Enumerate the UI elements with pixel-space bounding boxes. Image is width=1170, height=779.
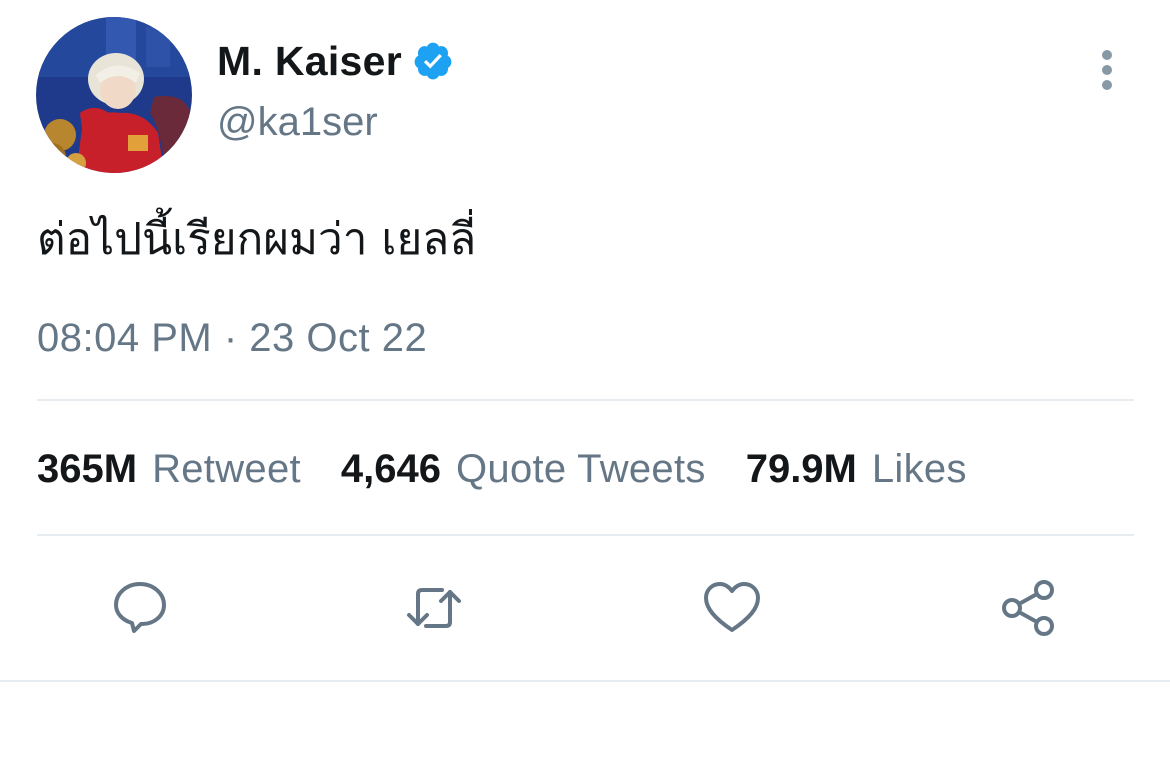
avatar-image xyxy=(36,17,192,173)
tweet-timestamp[interactable]: 08:04 PM · 23 Oct 22 xyxy=(37,316,427,361)
share-button[interactable] xyxy=(998,578,1058,638)
retweet-label: Retweet xyxy=(152,446,301,491)
quote-count-link[interactable]: 4,646 Quote Tweets xyxy=(341,447,706,492)
speech-bubble-icon xyxy=(114,582,166,633)
heart-icon xyxy=(704,582,760,632)
quote-label: Quote Tweets xyxy=(456,446,706,491)
like-label: Likes xyxy=(871,446,967,491)
engagement-stats: 365M Retweet 4,646 Quote Tweets 79.9M Li… xyxy=(37,444,967,494)
like-count-link[interactable]: 79.9M Likes xyxy=(746,447,967,492)
share-nodes-icon xyxy=(1002,580,1054,636)
vertical-dots-icon xyxy=(1102,50,1112,90)
verified-badge-icon xyxy=(412,40,454,82)
like-button[interactable] xyxy=(702,578,762,638)
divider xyxy=(0,680,1170,682)
like-count: 79.9M xyxy=(745,446,857,491)
quote-count: 4,646 xyxy=(340,446,442,491)
divider xyxy=(37,534,1134,536)
avatar[interactable] xyxy=(36,17,192,173)
retweet-count: 365M xyxy=(37,446,138,491)
author-name-row: M. Kaiser xyxy=(217,36,454,86)
author-handle[interactable]: @ka1ser xyxy=(217,100,378,145)
retweet-arrows-icon xyxy=(407,588,461,628)
tweet-detail: M. Kaiser @ka1ser ต่อไปนี้เรียกผมว่า เยล… xyxy=(0,0,1170,779)
reply-button[interactable] xyxy=(110,578,170,638)
divider xyxy=(37,399,1134,401)
display-name[interactable]: M. Kaiser xyxy=(217,38,402,85)
retweet-button[interactable] xyxy=(404,578,464,638)
more-options-button[interactable] xyxy=(1086,46,1128,94)
tweet-text: ต่อไปนี้เรียกผมว่า เยลลี่ xyxy=(37,214,477,265)
retweet-count-link[interactable]: 365M Retweet xyxy=(37,447,301,492)
